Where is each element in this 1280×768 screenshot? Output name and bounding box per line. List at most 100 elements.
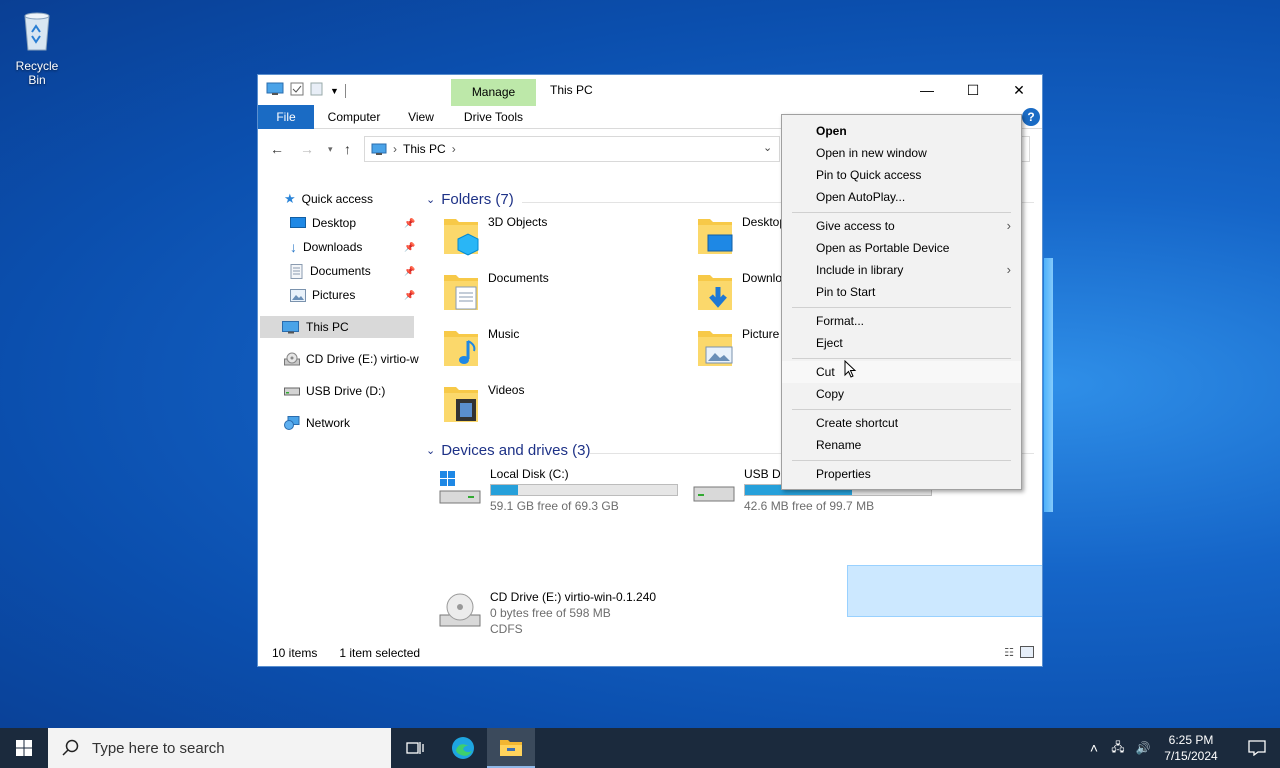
customize-toolbar-chevron-icon[interactable]: ▼ — [330, 86, 339, 96]
menu-item-cut[interactable]: Cut — [782, 361, 1021, 383]
menu-item-pin-quick-access[interactable]: Pin to Quick access — [782, 164, 1021, 186]
drive-filesystem: CDFS — [490, 622, 523, 636]
devices-group-header[interactable]: ⌄ Devices and drives (3) — [426, 442, 590, 459]
tab-drive-tools[interactable]: Drive Tools — [451, 105, 536, 129]
folder-item-3d-objects[interactable]: 3D Objects — [442, 213, 547, 257]
properties-icon[interactable] — [290, 82, 304, 99]
sidebar-item-downloads[interactable]: ↓ Downloads 📌 — [290, 236, 415, 258]
menu-item-eject[interactable]: Eject — [782, 332, 1021, 354]
show-hidden-icons-chevron-icon[interactable]: ˄ — [1082, 740, 1106, 756]
pin-icon[interactable]: 📌 — [404, 218, 415, 229]
edge-taskbar-button[interactable] — [439, 728, 487, 768]
menu-item-include-library[interactable]: Include in library › — [782, 259, 1021, 281]
sidebar-item-usb-drive[interactable]: USB Drive (D:) — [284, 380, 385, 402]
drive-item-cd-drive[interactable]: CD Drive (E:) virtio-win-0.1.240 0 bytes… — [438, 589, 656, 637]
this-pc-icon — [282, 320, 299, 333]
sidebar-item-label: This PC — [306, 320, 349, 334]
drive-item-local-disk[interactable]: Local Disk (C:) 59.1 GB free of 69.3 GB — [438, 467, 678, 514]
documents-folder-icon — [444, 275, 478, 310]
sidebar-item-network[interactable]: Network — [284, 412, 350, 434]
menu-item-open[interactable]: Open — [782, 120, 1021, 142]
collapse-chevron-icon[interactable]: ⌄ — [426, 444, 435, 457]
menu-item-open-autoplay[interactable]: Open AutoPlay... — [782, 186, 1021, 208]
submenu-chevron-icon: › — [1006, 218, 1011, 233]
forward-arrow-icon[interactable]: → — [300, 141, 314, 157]
folder-item-documents[interactable]: Documents — [442, 269, 549, 313]
menu-item-rename[interactable]: Rename — [782, 434, 1021, 456]
folder-item-music[interactable]: Music — [442, 325, 519, 369]
new-folder-icon[interactable] — [310, 82, 324, 99]
folders-group-header[interactable]: ⌄ Folders (7) — [426, 191, 514, 208]
collapse-chevron-icon[interactable]: ⌄ — [426, 193, 435, 206]
tab-computer[interactable]: Computer — [322, 105, 386, 129]
folder-name: Documents — [488, 271, 549, 285]
tab-view[interactable]: View — [398, 105, 444, 129]
large-icons-view-icon[interactable] — [1020, 646, 1034, 658]
menu-item-pin-start[interactable]: Pin to Start — [782, 281, 1021, 303]
up-arrow-icon[interactable]: ↑ — [344, 141, 351, 157]
quick-access-toolbar: ▼ — [266, 82, 346, 99]
task-view-button[interactable] — [391, 728, 439, 768]
menu-item-format[interactable]: Format... — [782, 310, 1021, 332]
tab-file[interactable]: File — [258, 105, 314, 129]
selection-count: 1 item selected — [339, 646, 421, 660]
pin-icon[interactable]: 📌 — [404, 266, 415, 277]
pin-icon[interactable]: 📌 — [404, 290, 415, 301]
star-icon: ★ — [284, 191, 296, 206]
system-tray: ˄ 🖧 🔊 6:25 PM 7/15/2024 — [1082, 728, 1280, 768]
details-view-icon[interactable]: ☷ — [1004, 646, 1014, 659]
start-button[interactable] — [0, 728, 48, 768]
clock[interactable]: 6:25 PM 7/15/2024 — [1156, 732, 1226, 764]
pin-icon[interactable]: 📌 — [404, 242, 415, 253]
sidebar-item-label: CD Drive (E:) virtio-w — [306, 352, 419, 366]
volume-icon[interactable]: 🔊 — [1130, 741, 1156, 755]
help-icon[interactable]: ? — [1022, 108, 1040, 126]
network-status-icon[interactable]: 🖧 — [1106, 738, 1130, 759]
folder-item-videos[interactable]: Videos — [442, 381, 524, 425]
usb-drive-icon — [693, 486, 735, 502]
tab-manage[interactable]: Manage — [451, 79, 536, 106]
sidebar-item-this-pc[interactable]: This PC — [260, 316, 414, 338]
sidebar-item-quick-access[interactable]: ★ Quick access — [284, 188, 373, 210]
sidebar-item-desktop[interactable]: Desktop 📌 — [290, 212, 415, 234]
maximize-button[interactable]: ☐ — [950, 75, 996, 105]
folder-item-downloads[interactable]: Downlo — [696, 269, 782, 313]
breadcrumb-chevron-icon[interactable]: › — [452, 142, 456, 156]
recent-locations-chevron-icon[interactable]: ▾ — [328, 144, 333, 155]
wallpaper-glow — [1044, 258, 1053, 512]
sidebar-item-label: Network — [306, 416, 351, 430]
notifications-button[interactable] — [1234, 728, 1280, 768]
menu-item-create-shortcut[interactable]: Create shortcut — [782, 412, 1021, 434]
drive-free-space: 59.1 GB free of 69.3 GB — [490, 499, 619, 513]
breadcrumb-chevron-icon[interactable]: › — [393, 142, 397, 156]
folder-name: Videos — [488, 383, 525, 397]
menu-item-give-access[interactable]: Give access to › — [782, 215, 1021, 237]
folder-item-pictures[interactable]: Picture — [696, 325, 779, 369]
folder-item-desktop[interactable]: Desktop — [696, 213, 786, 257]
desktop-folder-icon — [698, 219, 733, 254]
menu-item-copy[interactable]: Copy — [782, 383, 1021, 405]
minimize-button[interactable]: — — [904, 75, 950, 105]
menu-item-open-portable[interactable]: Open as Portable Device — [782, 237, 1021, 259]
recycle-bin-desktop-icon[interactable]: Recycle Bin — [6, 8, 68, 87]
folder-name: Music — [488, 327, 520, 341]
address-dropdown-chevron-icon[interactable]: ⌄ — [763, 141, 772, 154]
recycle-bin-label: Recycle Bin — [15, 59, 59, 87]
close-button[interactable]: ✕ — [996, 75, 1042, 105]
sidebar-item-pictures[interactable]: Pictures 📌 — [290, 284, 415, 306]
menu-item-open-new-window[interactable]: Open in new window — [782, 142, 1021, 164]
file-explorer-taskbar-button[interactable] — [487, 728, 535, 768]
search-placeholder: Type here to search — [92, 739, 225, 757]
sidebar-item-documents[interactable]: Documents 📌 — [290, 260, 415, 282]
sidebar-item-cd-drive[interactable]: CD Drive (E:) virtio-w — [284, 348, 419, 370]
usb-drive-selection-highlight — [847, 565, 1042, 617]
title-bar: ▼ Manage This PC — ☐ ✕ — [258, 75, 1042, 106]
taskbar-search-box[interactable]: Type here to search — [48, 728, 391, 768]
address-bar[interactable]: › This PC › — [364, 136, 780, 162]
breadcrumb-this-pc[interactable]: This PC — [403, 142, 446, 156]
menu-item-properties[interactable]: Properties — [782, 463, 1021, 485]
group-title: Devices and drives (3) — [441, 442, 591, 459]
back-arrow-icon[interactable]: ← — [270, 141, 284, 157]
clock-date: 7/15/2024 — [1164, 749, 1218, 763]
menu-separator — [792, 358, 1011, 359]
